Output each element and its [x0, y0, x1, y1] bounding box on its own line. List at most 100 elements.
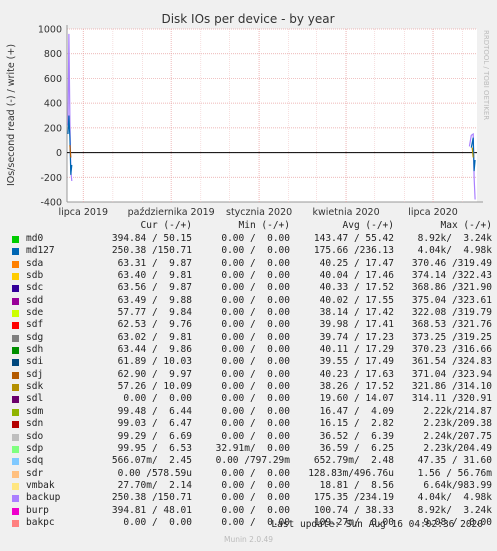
legend-cur: 57.26 / 10.09: [117, 381, 192, 393]
legend: Cur (-/+) Min (-/+) Avg (-/+) Max (-/+) …: [12, 220, 492, 529]
legend-cur: 250.38 /150.71: [111, 245, 192, 257]
legend-avg: 143.47 / 55.42: [313, 233, 394, 244]
legend-series-name: sdi: [26, 356, 44, 368]
legend-swatch: [12, 421, 19, 429]
legend-min: 0.00 / 0.00: [221, 492, 290, 504]
legend-swatch: [12, 248, 19, 256]
legend-row-backup: backup 250.38 /150.71 0.00 / 0.00 175.35 /2…: [12, 492, 492, 504]
legend-min: 0.00 / 0.00: [221, 307, 290, 319]
x-tick-label: lipca 2020: [408, 207, 458, 218]
legend-series-name: sdl: [26, 393, 44, 405]
legend-min: 0.00 / 0.00: [221, 282, 290, 294]
legend-row-sdq: sdq 566.07m/ 2.45 0.00 /797.29m 652.79m/ 2.…: [12, 455, 492, 467]
legend-rows: md0 394.84 / 50.15 0.00 / 0.00 143.47 / 55.…: [12, 233, 492, 529]
legend-series-name: sdo: [26, 430, 44, 442]
legend-max: 4.04k/ 4.98k: [417, 492, 492, 504]
legend-row-sdr: sdr 0.00 /578.59u 0.00 / 0.00 128.83m/496.7…: [12, 468, 492, 480]
legend-swatch: [12, 371, 19, 379]
y-tick-label: 800: [44, 49, 62, 60]
legend-swatch: [12, 433, 19, 441]
legend-row-sdb: sdb 63.40 / 9.81 0.00 / 0.00 40.04 / 17.46 3…: [12, 270, 492, 282]
legend-row-sdn: sdn 99.03 / 6.47 0.00 / 0.00 16.15 / 2.82 2.…: [12, 418, 492, 430]
legend-cur: 99.29 / 6.69: [117, 430, 192, 442]
legend-avg: 16.47 / 4.09: [319, 405, 394, 417]
legend-min: 0.00 / 0.00: [221, 356, 290, 368]
legend-row-sda: sda 63.31 / 9.87 0.00 / 0.00 40.25 / 17.47 3…: [12, 258, 492, 270]
legend-series-name: sdf: [26, 319, 44, 331]
legend-max: 8.92k/ 3.24k: [417, 233, 492, 244]
legend-avg: 36.52 / 6.39: [319, 430, 394, 442]
legend-header-cur: Cur (-/+): [140, 220, 192, 231]
y-tick-label: 200: [44, 123, 62, 134]
legend-cur: 99.48 / 6.44: [117, 405, 192, 417]
legend-max: 1.56 / 56.76m: [417, 467, 492, 479]
legend-header: Cur (-/+) Min (-/+) Avg (-/+) Max (-/+): [12, 220, 492, 233]
legend-series-name: backup: [26, 492, 61, 504]
legend-row-sdd: sdd 63.49 / 9.88 0.00 / 0.00 40.02 / 17.55 3…: [12, 295, 492, 307]
legend-avg: 36.59 / 6.25: [319, 442, 394, 454]
watermark: RRDTOOL / TOBI OETIKER: [482, 30, 490, 120]
legend-cur: 27.70m/ 2.14: [117, 479, 192, 491]
legend-max: 375.04 /323.61: [411, 294, 492, 306]
legend-row-burp: burp 394.81 / 48.01 0.00 / 0.00 100.74 / 38…: [12, 505, 492, 517]
chart-title: Disk IOs per device - by year: [161, 12, 334, 26]
legend-swatch: [12, 285, 19, 293]
legend-cur: 63.02 / 9.81: [117, 331, 192, 343]
legend-series-name: sdc: [26, 282, 44, 294]
legend-row-sdk: sdk 57.26 / 10.09 0.00 / 0.00 38.26 / 17.52…: [12, 381, 492, 393]
legend-avg: 16.15 / 2.82: [319, 418, 394, 430]
legend-min: 0.00 / 0.00: [221, 257, 290, 269]
legend-avg: 40.11 / 17.29: [319, 344, 394, 356]
legend-swatch: [12, 458, 19, 466]
legend-swatch: [12, 347, 19, 355]
legend-swatch: [12, 507, 19, 515]
legend-cur: 63.44 / 9.86: [117, 344, 192, 356]
legend-max: 2.24k/207.75: [423, 430, 492, 442]
legend-cur: 566.07m/ 2.45: [111, 455, 192, 467]
legend-max: 370.46 /319.49: [411, 257, 492, 269]
legend-avg: 40.25 / 17.47: [319, 257, 394, 269]
legend-series-name: sde: [26, 307, 44, 319]
legend-swatch: [12, 408, 19, 416]
legend-series-name: sdj: [26, 368, 44, 380]
legend-avg: 18.81 / 8.56: [319, 479, 394, 491]
legend-min: 0.00 / 0.00: [221, 467, 290, 479]
y-tick-labels: -400-20002004006008001000: [38, 25, 62, 209]
y-tick-label: 400: [44, 99, 62, 110]
legend-max: 2.23k/204.49: [423, 442, 492, 454]
legend-swatch: [12, 260, 19, 268]
legend-avg: 40.23 / 17.63: [319, 368, 394, 380]
legend-series-name: sda: [26, 257, 44, 269]
x-tick-label: kwietnia 2020: [312, 207, 379, 218]
legend-cur: 99.95 / 6.53: [117, 442, 192, 454]
legend-swatch: [12, 495, 19, 503]
legend-cur: 63.49 / 9.88: [117, 294, 192, 306]
legend-min: 0.00 / 0.00: [221, 381, 290, 393]
legend-swatch: [12, 396, 19, 404]
y-tick-label: 600: [44, 74, 62, 85]
legend-avg: 128.83m/496.76u: [308, 467, 394, 479]
legend-max: 361.54 /324.83: [411, 356, 492, 368]
legend-swatch: [12, 322, 19, 330]
legend-cur: 0.00 /578.59u: [117, 467, 192, 479]
legend-swatch: [12, 470, 19, 478]
legend-max: 368.86 /321.90: [411, 282, 492, 294]
legend-max: 374.14 /322.43: [411, 270, 492, 282]
legend-series-name: sdb: [26, 270, 44, 282]
legend-row-sde: sde 57.77 / 9.84 0.00 / 0.00 38.14 / 17.42 3…: [12, 307, 492, 319]
legend-max: 371.04 /323.94: [411, 368, 492, 380]
legend-avg: 19.60 / 14.07: [319, 393, 394, 405]
legend-cur: 63.31 / 9.87: [117, 257, 192, 269]
legend-series-name: md127: [26, 245, 55, 257]
legend-cur: 394.81 / 48.01: [111, 504, 192, 516]
plot-area: [67, 29, 477, 202]
legend-swatch: [12, 384, 19, 392]
legend-max: 322.08 /319.79: [411, 307, 492, 319]
legend-avg: 40.02 / 17.55: [319, 294, 394, 306]
legend-swatch: [12, 445, 19, 453]
legend-row-sdg: sdg 63.02 / 9.81 0.00 / 0.00 39.74 / 17.23 3…: [12, 332, 492, 344]
legend-swatch: [12, 297, 19, 305]
legend-max: 370.23 /316.66: [411, 344, 492, 356]
legend-min: 0.00 /797.29m: [215, 455, 290, 467]
legend-avg: 40.33 / 17.52: [319, 282, 394, 294]
